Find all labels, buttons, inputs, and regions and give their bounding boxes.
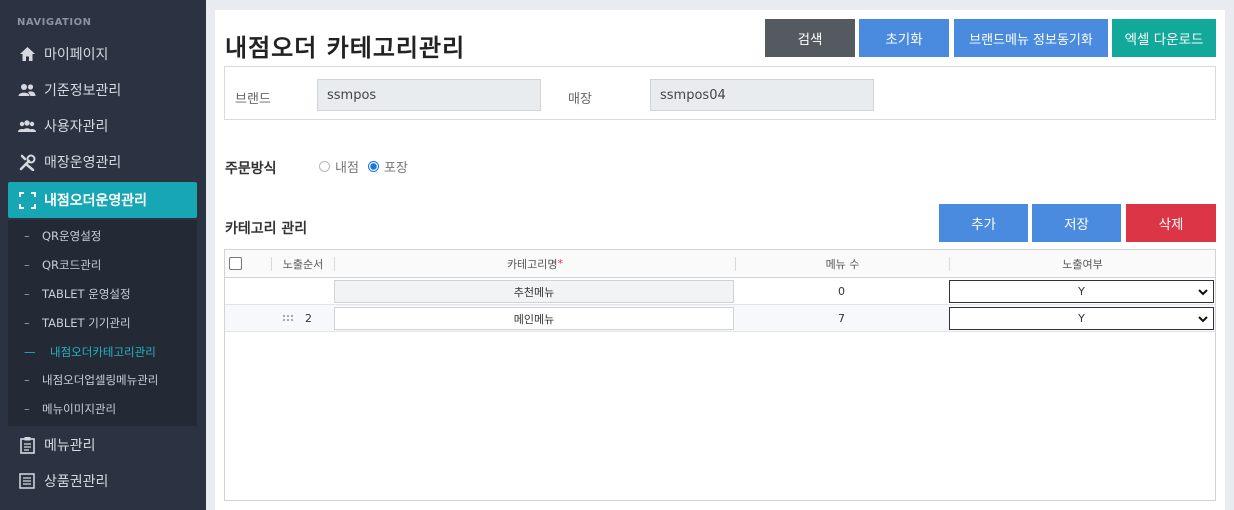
order-type-label: 주문방식 xyxy=(225,161,277,177)
sub-item-label: 메뉴이미지관리 xyxy=(42,402,117,416)
sidebar-item-label: 메뉴관리 xyxy=(44,438,96,454)
reset-button[interactable]: 초기화 xyxy=(859,19,949,57)
sidebar-item-mypage[interactable]: 마이페이지 xyxy=(8,36,197,72)
sidebar-item-store-ops[interactable]: 매장운영관리 xyxy=(8,144,197,180)
sidebar-item-dine-in-order[interactable]: 내점오더운영관리 xyxy=(8,182,197,218)
drag-handle-icon[interactable] xyxy=(283,314,293,324)
sub-item-qr-codes[interactable]: – QR코드관리 xyxy=(8,251,197,279)
category-name-input[interactable]: 메인메뉴 xyxy=(334,307,734,330)
select-all-cell xyxy=(225,250,246,277)
category-name-cell: 추천메뉴 xyxy=(334,280,734,303)
sidebar-item-base-info[interactable]: 기준정보관리 xyxy=(8,72,197,108)
page-title: 내점오더 카테고리관리 xyxy=(225,34,466,62)
sub-item-label: 내점오더카테고리관리 xyxy=(50,345,156,359)
sync-brand-menu-button[interactable]: 브랜드메뉴 정보동기화 xyxy=(954,19,1108,57)
visible-value: Y xyxy=(1078,312,1085,325)
brand-field[interactable]: ssmpos xyxy=(317,79,541,111)
sidebar-item-users[interactable]: 사용자관리 xyxy=(8,108,197,144)
dash-icon: – xyxy=(24,287,30,301)
menu-count-cell: 0 xyxy=(838,285,845,298)
sub-item-label: 내점오더업셀링메뉴관리 xyxy=(42,373,159,387)
table-row[interactable]: 2 메인메뉴 7 Y xyxy=(225,305,1215,332)
grid-header: 노출순서 카테고리명 * 메뉴 수 노출여부 xyxy=(225,250,1215,278)
dash-icon: – xyxy=(24,229,30,243)
table-row[interactable]: 추천메뉴 0 Y xyxy=(225,278,1215,305)
tools-icon xyxy=(18,153,36,171)
add-button[interactable]: 추가 xyxy=(939,204,1028,242)
select-all-checkbox[interactable] xyxy=(229,257,242,270)
chevron-down-icon xyxy=(1197,312,1209,329)
sub-item-label: QR코드관리 xyxy=(42,258,102,272)
sub-item-tablet-devices[interactable]: – TABLET 기기관리 xyxy=(8,309,197,337)
col-count[interactable]: 메뉴 수 xyxy=(736,250,949,277)
sidebar-item-menu[interactable]: 메뉴관리 xyxy=(8,427,197,463)
clipboard-icon xyxy=(18,436,36,454)
radio-dine-in[interactable]: 내점 xyxy=(319,157,359,176)
order-cell: 2 xyxy=(283,305,312,332)
save-button[interactable]: 저장 xyxy=(1032,204,1121,242)
radio-circle-checked xyxy=(368,161,379,172)
sub-item-label: TABLET 기기관리 xyxy=(42,316,131,330)
sidebar: NAVIGATION 마이페이지 기준정보관리 사용자관리 매장운영관리 내점오… xyxy=(0,0,206,510)
user-group-icon xyxy=(18,117,36,135)
sub-item-qr-settings[interactable]: – QR운영설정 xyxy=(8,222,197,250)
col-name-label: 카테고리명 xyxy=(506,257,558,271)
sidebar-item-label: 기준정보관리 xyxy=(44,83,122,99)
radio-label: 내점 xyxy=(335,161,359,176)
main-panel: 내점오더 카테고리관리 검색 초기화 브랜드메뉴 정보동기화 엑셀 다운로드 브… xyxy=(215,10,1225,510)
sub-item-label: TABLET 운영설정 xyxy=(42,287,131,301)
menu-count-cell: 7 xyxy=(838,312,845,325)
dash-icon: – xyxy=(24,258,30,272)
visible-select[interactable]: Y xyxy=(949,280,1214,303)
home-icon xyxy=(18,45,36,63)
radio-circle xyxy=(319,161,330,172)
radio-label: 포장 xyxy=(384,161,408,176)
sub-item-label: QR운영설정 xyxy=(42,229,102,243)
visible-value: Y xyxy=(1078,285,1085,298)
sidebar-item-gift-cards[interactable]: 상품권관리 xyxy=(8,463,197,499)
category-section-title: 카테고리 관리 xyxy=(225,221,308,237)
required-mark: * xyxy=(557,257,564,270)
nav-heading: NAVIGATION xyxy=(17,17,92,28)
dash-icon: – xyxy=(24,373,30,387)
dash-icon: – xyxy=(24,316,30,330)
sub-item-category[interactable]: — 내점오더카테고리관리 xyxy=(8,338,197,366)
col-name[interactable]: 카테고리명 * xyxy=(335,250,735,277)
sidebar-item-label: 매장운영관리 xyxy=(44,155,122,171)
sidebar-item-label: 내점오더운영관리 xyxy=(44,193,148,209)
chevron-down-icon xyxy=(1197,285,1209,302)
store-label: 매장 xyxy=(568,92,592,107)
sidebar-item-label: 상품권관리 xyxy=(44,474,109,490)
sidebar-item-label: 사용자관리 xyxy=(44,119,109,135)
order-value: 2 xyxy=(305,312,312,325)
active-line-icon: — xyxy=(24,345,36,359)
list-icon xyxy=(18,472,36,490)
category-grid: 노출순서 카테고리명 * 메뉴 수 노출여부 추천메뉴 0 Y 2 메인메뉴 7… xyxy=(224,249,1216,501)
sidebar-item-label: 마이페이지 xyxy=(44,47,109,63)
store-field[interactable]: ssmpos04 xyxy=(650,79,874,111)
users-icon xyxy=(18,81,36,99)
scan-icon xyxy=(18,191,36,209)
excel-download-button[interactable]: 엑셀 다운로드 xyxy=(1112,19,1216,57)
sub-item-tablet-settings[interactable]: – TABLET 운영설정 xyxy=(8,280,197,308)
radio-takeout[interactable]: 포장 xyxy=(368,157,408,176)
sub-item-menu-images[interactable]: – 메뉴이미지관리 xyxy=(8,395,197,423)
delete-button[interactable]: 삭제 xyxy=(1126,204,1216,242)
col-order[interactable]: 노출순서 xyxy=(272,250,334,277)
filter-box: 브랜드 ssmpos 매장 ssmpos04 xyxy=(224,66,1216,120)
submenu: – QR운영설정 – QR코드관리 – TABLET 운영설정 – TABLET 기기관… xyxy=(8,220,197,426)
sub-item-upselling[interactable]: – 내점오더업셀링메뉴관리 xyxy=(8,366,197,394)
search-button[interactable]: 검색 xyxy=(765,19,855,57)
col-visible[interactable]: 노출여부 xyxy=(950,250,1215,277)
dash-icon: – xyxy=(24,402,30,416)
visible-select[interactable]: Y xyxy=(949,307,1214,330)
brand-label: 브랜드 xyxy=(235,92,271,107)
